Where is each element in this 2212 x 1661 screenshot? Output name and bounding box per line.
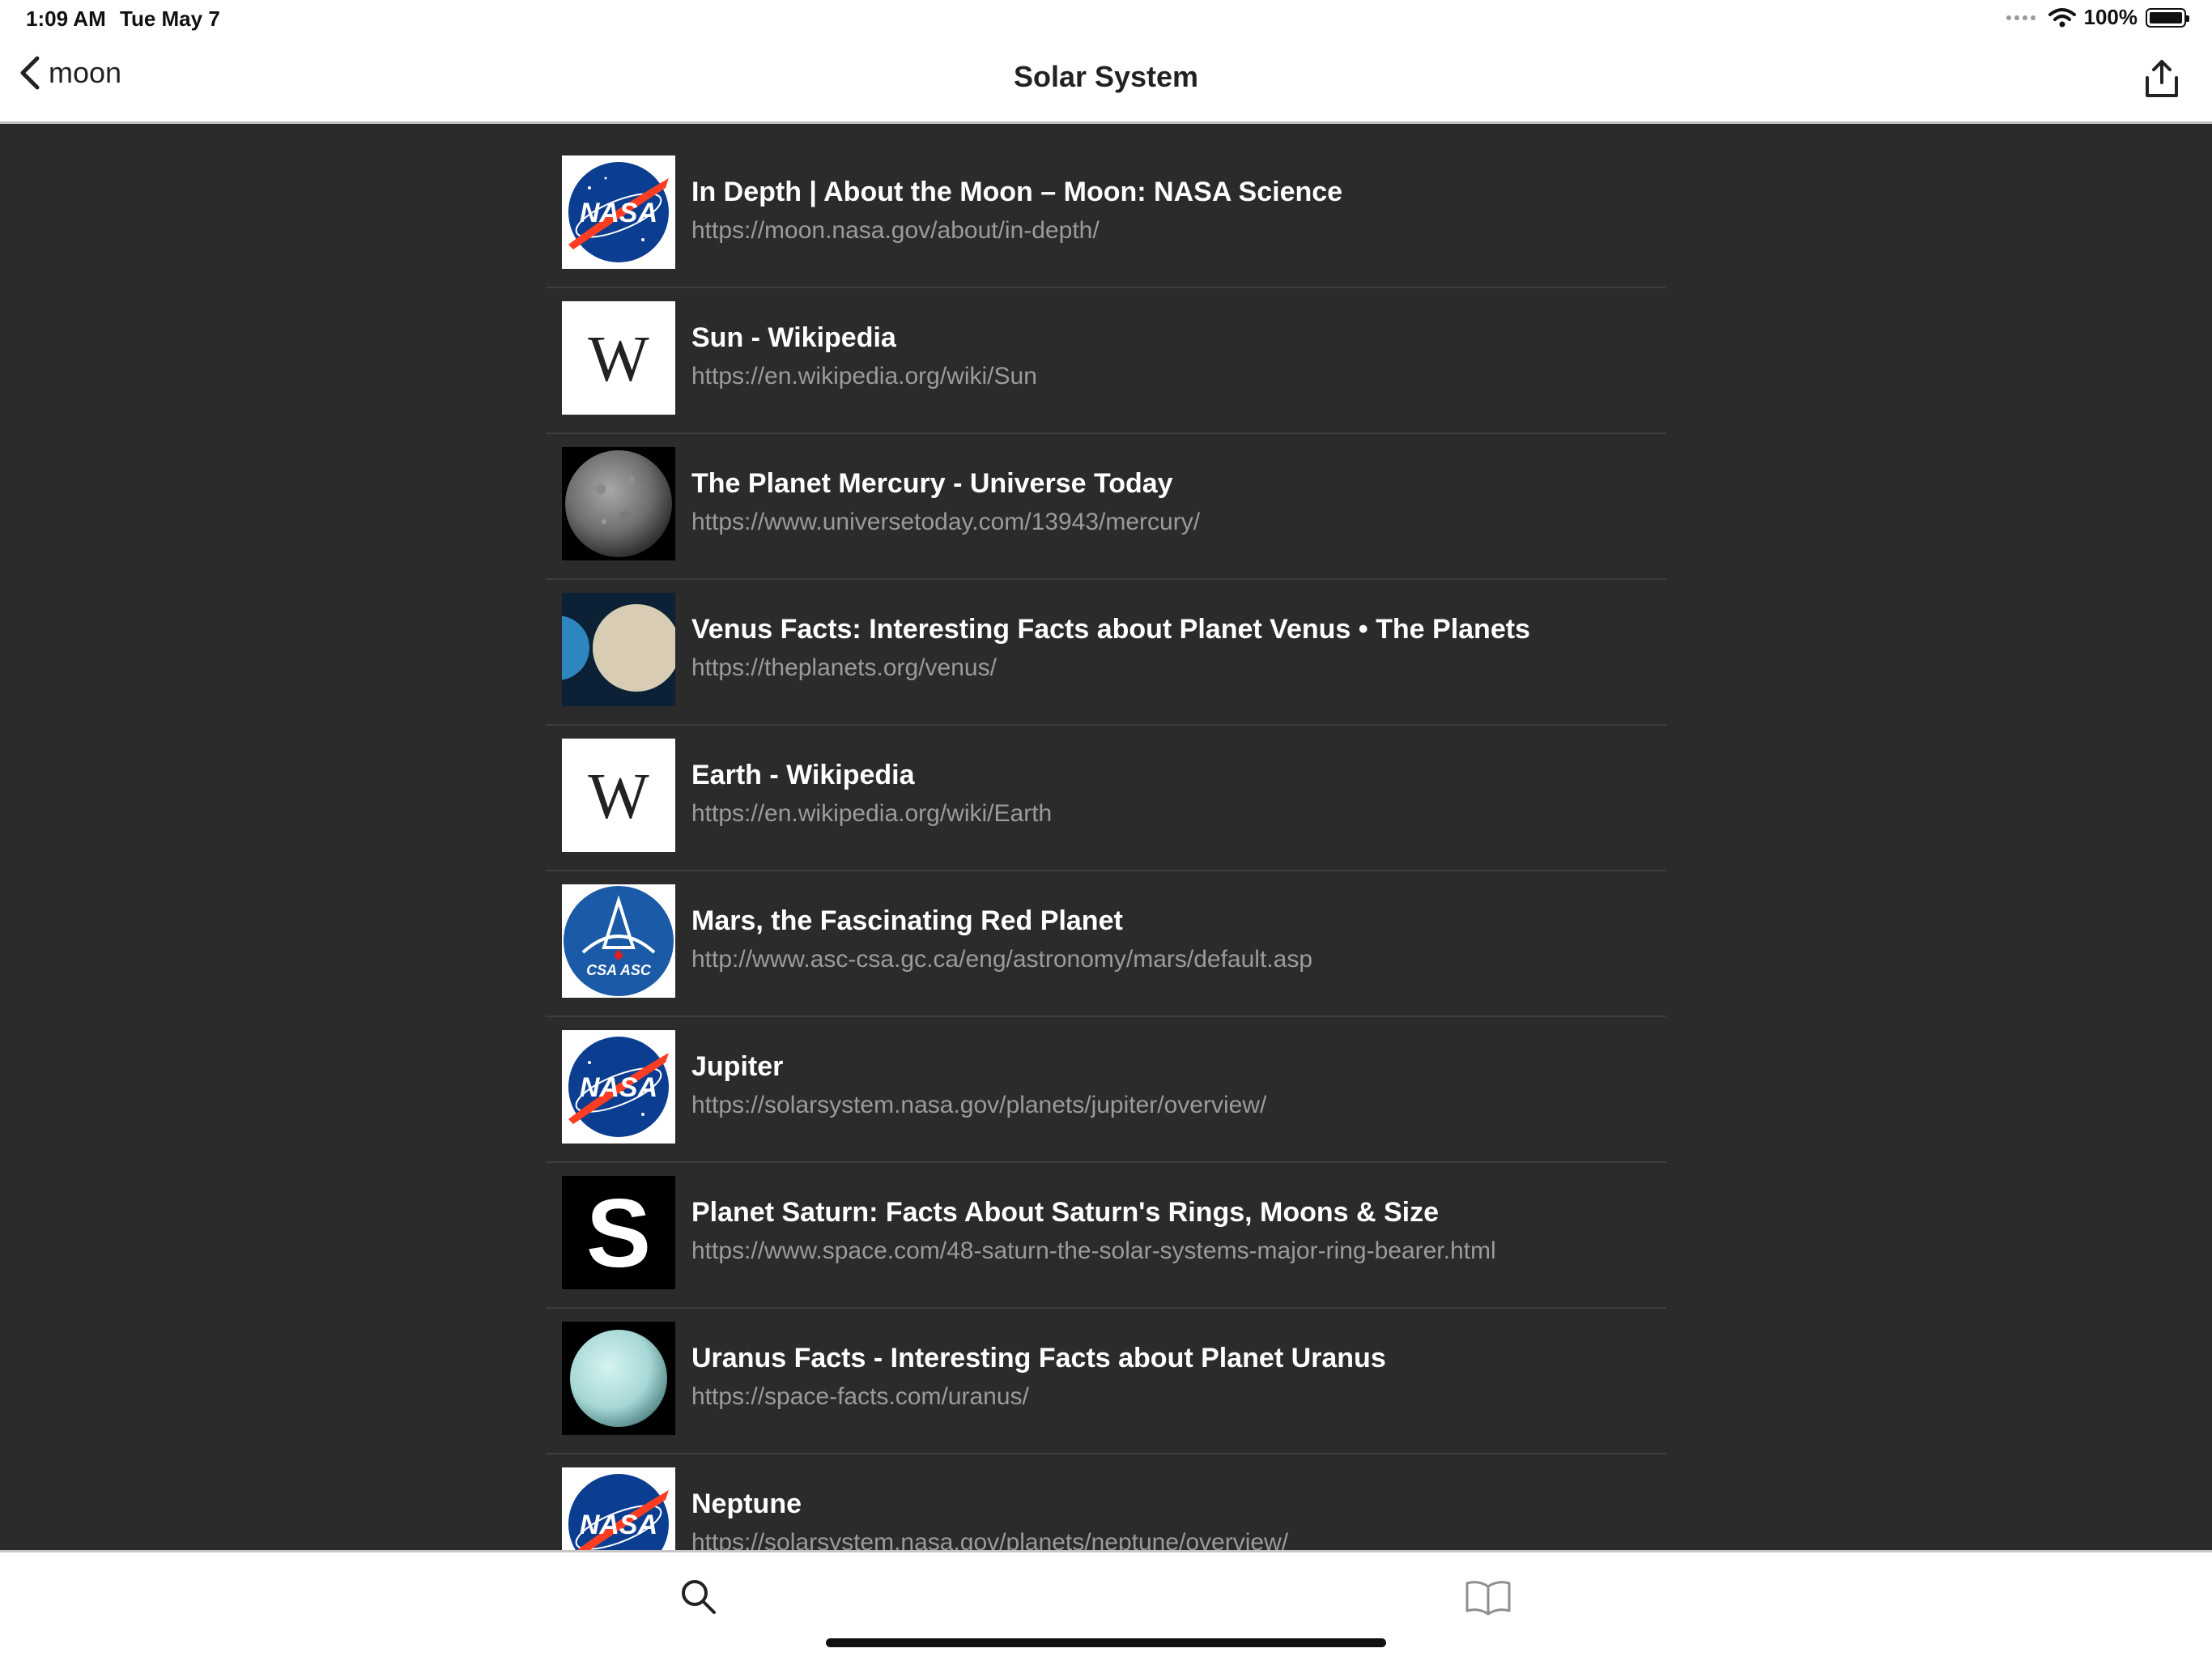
status-indicators: 100% bbox=[2006, 5, 2189, 30]
page-title: Solar System bbox=[1013, 60, 1199, 93]
wifi-icon bbox=[2048, 7, 2076, 27]
item-url: https://theplanets.org/venus/ bbox=[691, 654, 997, 681]
csa-asc-logo-icon: CSA ASC bbox=[562, 884, 675, 998]
list-item[interactable]: CSA ASC Mars, the Fascinating Red Planet… bbox=[546, 871, 1666, 1017]
item-url: https://www.universetoday.com/13943/merc… bbox=[691, 509, 1201, 535]
book-icon[interactable] bbox=[1464, 1577, 1512, 1617]
list-item[interactable]: W Earth - Wikipedia https://en.wikipedia… bbox=[546, 726, 1666, 871]
item-url: https://en.wikipedia.org/wiki/Sun bbox=[691, 363, 1037, 390]
item-title: Venus Facts: Interesting Facts about Pla… bbox=[691, 614, 1530, 645]
item-url: http://www.asc-csa.gc.ca/eng/astronomy/m… bbox=[691, 946, 1313, 973]
item-title: Mars, the Fascinating Red Planet bbox=[691, 905, 1123, 936]
list-item[interactable]: NASA In Depth | About the Moon – Moon: N… bbox=[546, 143, 1666, 288]
tab-bar bbox=[0, 1550, 2212, 1661]
status-date: Tue May 7 bbox=[120, 6, 220, 31]
item-title: Uranus Facts - Interesting Facts about P… bbox=[691, 1343, 1386, 1374]
item-url: https://solarsystem.nasa.gov/planets/jup… bbox=[691, 1092, 1267, 1118]
list-item[interactable]: S Planet Saturn: Facts About Saturn's Ri… bbox=[546, 1163, 1666, 1309]
uranus-planet-icon bbox=[562, 1322, 675, 1435]
item-url: https://moon.nasa.gov/about/in-depth/ bbox=[691, 217, 1100, 244]
battery-percent: 100% bbox=[2083, 5, 2138, 29]
share-icon[interactable] bbox=[2142, 58, 2181, 99]
nasa-logo-text: NASA bbox=[580, 1510, 657, 1540]
list-item[interactable]: NASA Jupiter https://solarsystem.nasa.go… bbox=[546, 1017, 1666, 1163]
nasa-logo-icon: NASA bbox=[562, 1467, 675, 1550]
item-url: https://space-facts.com/uranus/ bbox=[691, 1383, 1029, 1410]
space-logo-text: S bbox=[586, 1179, 651, 1288]
venus-planet-icon bbox=[562, 593, 675, 706]
wikipedia-logo-text: W bbox=[588, 324, 649, 395]
item-title: In Depth | About the Moon – Moon: NASA S… bbox=[691, 177, 1343, 207]
item-url: https://solarsystem.nasa.gov/planets/nep… bbox=[691, 1529, 1289, 1550]
space-com-logo-icon: S bbox=[562, 1176, 675, 1289]
nasa-logo-text: NASA bbox=[580, 198, 657, 228]
nasa-logo-icon: NASA bbox=[562, 1030, 675, 1144]
navigation-header: 1:09 AM Tue May 7 100% moon Solar System bbox=[0, 0, 2212, 124]
bookmark-list: NASA In Depth | About the Moon – Moon: N… bbox=[546, 143, 1666, 1550]
item-url: https://en.wikipedia.org/wiki/Earth bbox=[691, 800, 1053, 827]
wikipedia-logo-text: W bbox=[588, 761, 649, 833]
home-indicator bbox=[826, 1638, 1386, 1647]
csa-logo-text: CSA ASC bbox=[586, 962, 652, 978]
battery-icon bbox=[2146, 7, 2189, 28]
app-root: 1:09 AM Tue May 7 100% moon Solar System bbox=[0, 0, 2212, 1661]
item-url: https://www.space.com/48-saturn-the-sola… bbox=[691, 1237, 1496, 1264]
list-item[interactable]: NASA Neptune https://solarsystem.nasa.go… bbox=[546, 1454, 1666, 1550]
nasa-logo-icon: NASA bbox=[562, 155, 675, 269]
list-item[interactable]: Venus Facts: Interesting Facts about Pla… bbox=[546, 580, 1666, 726]
item-title: Sun - Wikipedia bbox=[691, 322, 896, 353]
item-title: Neptune bbox=[691, 1489, 802, 1519]
mercury-planet-icon bbox=[562, 447, 675, 560]
wikipedia-logo-icon: W bbox=[562, 301, 675, 415]
wikipedia-logo-icon: W bbox=[562, 739, 675, 852]
item-title: Jupiter bbox=[691, 1051, 784, 1082]
nasa-logo-text: NASA bbox=[580, 1072, 657, 1103]
search-icon[interactable] bbox=[678, 1577, 719, 1617]
item-title: Planet Saturn: Facts About Saturn's Ring… bbox=[691, 1197, 1440, 1228]
item-title: Earth - Wikipedia bbox=[691, 760, 915, 790]
cellular-signal-icon bbox=[2006, 15, 2035, 20]
list-item[interactable]: Uranus Facts - Interesting Facts about P… bbox=[546, 1309, 1666, 1454]
status-time: 1:09 AM bbox=[26, 6, 106, 31]
item-title: The Planet Mercury - Universe Today bbox=[691, 468, 1173, 499]
list-item[interactable]: The Planet Mercury - Universe Today http… bbox=[546, 434, 1666, 580]
list-item[interactable]: W Sun - Wikipedia https://en.wikipedia.o… bbox=[546, 288, 1666, 434]
